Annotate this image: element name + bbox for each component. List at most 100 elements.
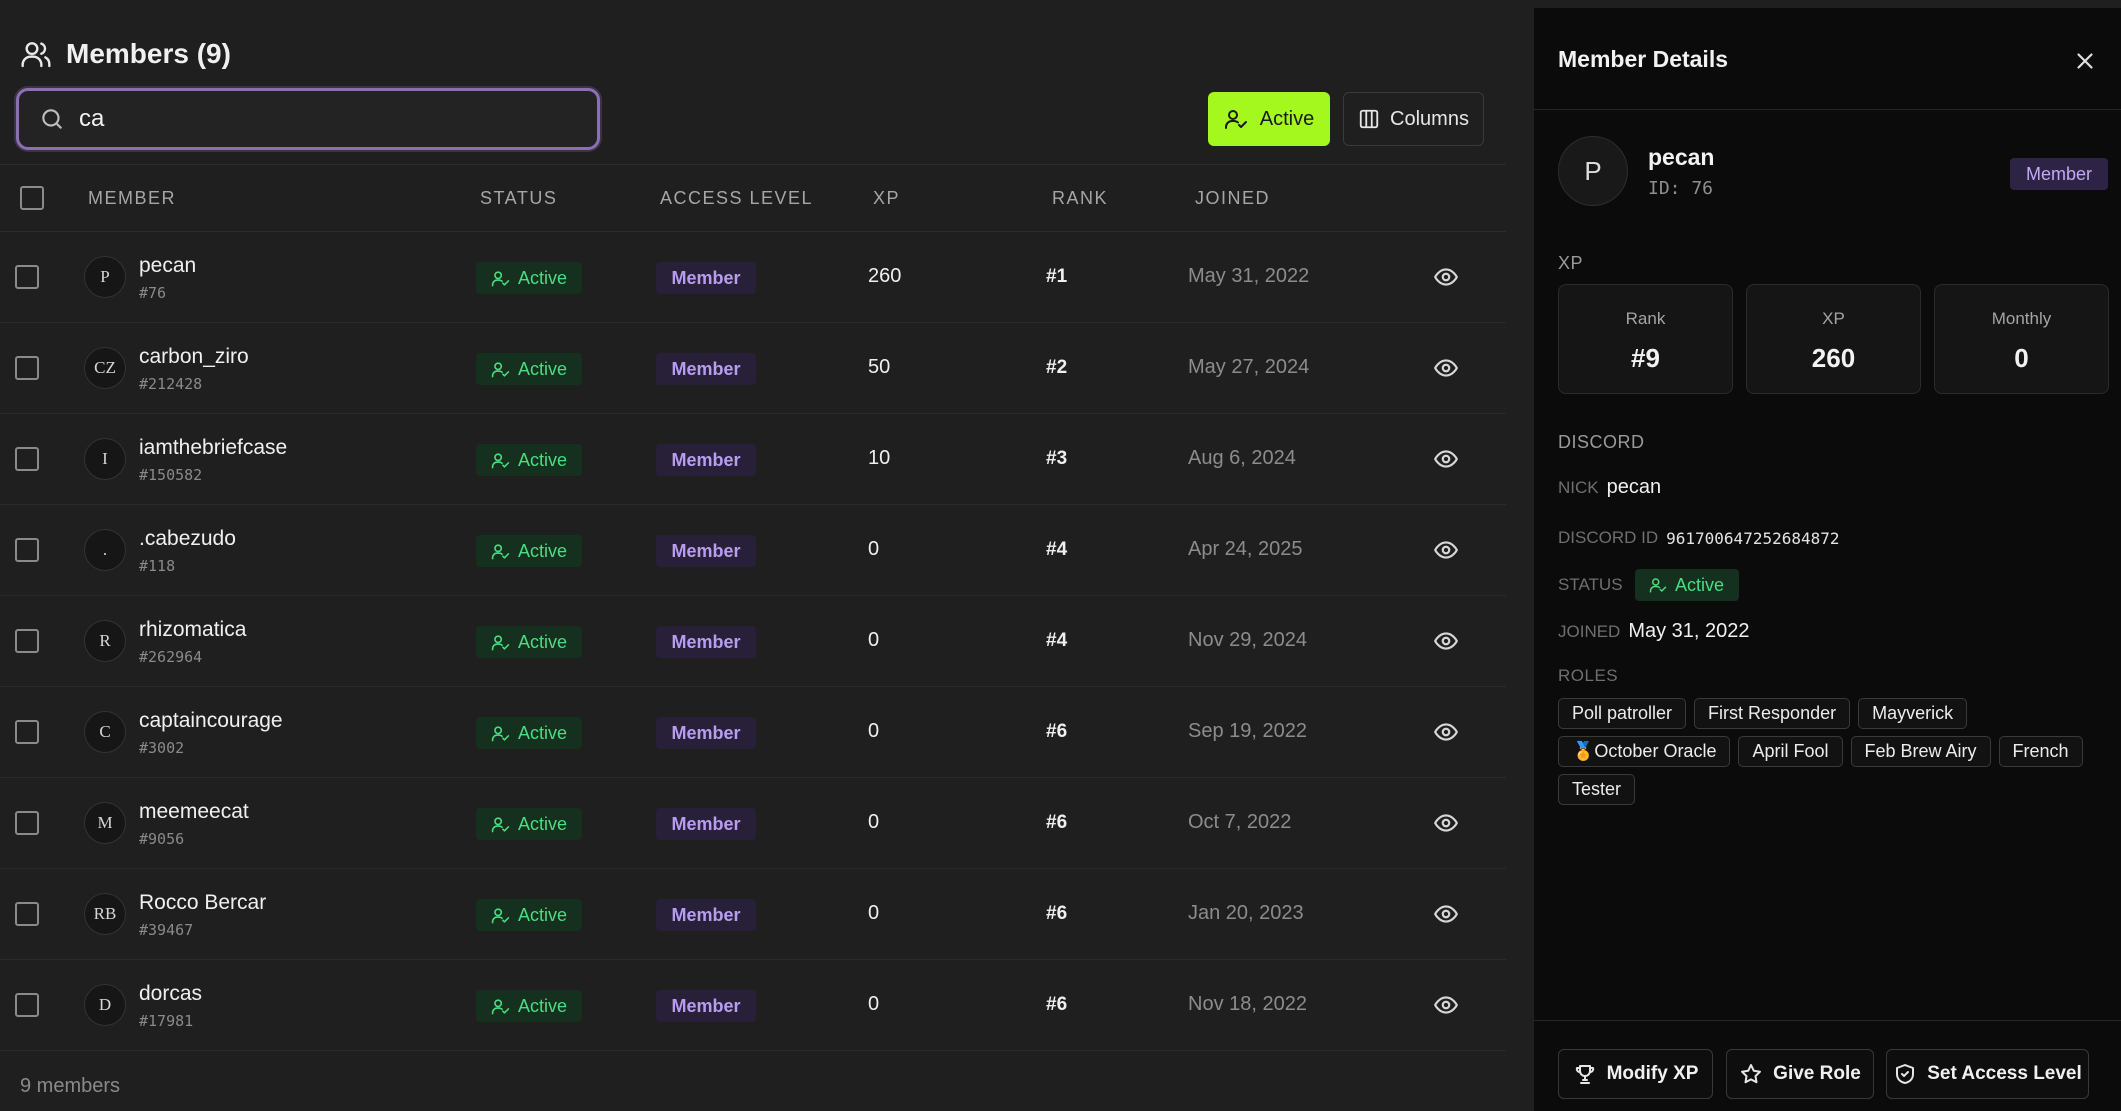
members-table: MEMBER STATUS ACCESS LEVEL XP RANK JOINE… <box>0 164 1506 1051</box>
rank-value: #3 <box>1046 448 1068 469</box>
joined-value: May 31, 2022 <box>1628 620 1750 642</box>
page-title: Members (9) <box>66 38 231 69</box>
member-id: #9056 <box>139 830 185 848</box>
rank-value: #1 <box>1046 266 1068 287</box>
member-id: #17981 <box>139 1012 194 1030</box>
member-id: #76 <box>139 284 167 302</box>
avatar: . <box>84 529 126 571</box>
details-header: Member Details <box>1534 8 2121 110</box>
give-role-button[interactable]: Give Role <box>1726 1049 1874 1099</box>
eye-icon[interactable] <box>1433 901 1459 927</box>
column-header-status[interactable]: STATUS <box>480 188 557 209</box>
modify-xp-button[interactable]: Modify XP <box>1558 1049 1713 1099</box>
shield-check-icon <box>1893 1062 1917 1086</box>
table-row[interactable]: RB Rocco Bercar #39467 Active Member 0 #6 Jan 2… <box>0 869 1506 960</box>
column-header-member[interactable]: MEMBER <box>88 188 176 209</box>
joined-date: Nov 29, 2024 <box>1188 629 1307 651</box>
table-row[interactable]: Ppecan #76 Active Member 260 #1 May 31, 2022 <box>0 232 1506 323</box>
access-level-badge: Member <box>656 899 756 931</box>
discord-section-label: DISCORD <box>1558 432 1645 452</box>
status-badge: Active <box>476 535 582 567</box>
table-header: MEMBER STATUS ACCESS LEVEL XP RANK JOINE… <box>0 164 1506 232</box>
columns-icon <box>1358 108 1380 130</box>
eye-icon[interactable] <box>1433 719 1459 745</box>
eye-icon[interactable] <box>1433 537 1459 563</box>
table-row[interactable]: Iiamthebriefcase #150582 Active Member 10 #3 A… <box>0 414 1506 505</box>
avatar: RB <box>84 893 126 935</box>
stat-value: 0 <box>2014 343 2029 373</box>
discord-id-value: 961700647252684872 <box>1666 528 1840 548</box>
access-level-badge: Member <box>656 444 756 476</box>
user-check-icon <box>491 724 510 743</box>
eye-icon[interactable] <box>1433 355 1459 381</box>
column-header-joined[interactable]: JOINED <box>1195 188 1270 209</box>
user-check-icon <box>491 451 510 470</box>
set-access-level-label: Set Access Level <box>1927 1063 2082 1084</box>
column-header-xp[interactable]: XP <box>873 188 900 209</box>
row-checkbox[interactable] <box>15 811 39 835</box>
status-label: STATUS <box>1558 575 1623 594</box>
row-checkbox[interactable] <box>15 356 39 380</box>
stat-value: #9 <box>1631 343 1660 373</box>
member-name: Rocco Bercar <box>139 891 267 914</box>
table-row[interactable]: Ccaptaincourage #3002 Active Member 0 #6 Sep 1… <box>0 687 1506 778</box>
member-name: .cabezudo <box>139 527 236 550</box>
access-level-badge: Member <box>656 535 756 567</box>
row-checkbox[interactable] <box>15 902 39 926</box>
column-header-rank[interactable]: RANK <box>1052 188 1108 209</box>
row-checkbox[interactable] <box>15 629 39 653</box>
member-id: #118 <box>139 557 176 575</box>
member-name: rhizomatica <box>139 618 247 641</box>
user-check-icon <box>491 633 510 652</box>
xp-value: 0 <box>868 811 880 833</box>
role-chip: Poll patroller <box>1558 698 1687 729</box>
row-checkbox[interactable] <box>15 993 39 1017</box>
user-check-icon <box>491 815 510 834</box>
member-name: dorcas <box>139 982 203 1005</box>
user-check-icon <box>491 360 510 379</box>
table-row[interactable]: . .cabezudo #118 Active Member 0 #4 Apr 24, 202… <box>0 505 1506 596</box>
status-text: Active <box>517 540 568 561</box>
modify-xp-label: Modify XP <box>1606 1063 1699 1084</box>
column-header-access-level[interactable]: ACCESS LEVEL <box>660 188 813 209</box>
status-text: Active <box>517 904 568 925</box>
member-id: #39467 <box>139 921 194 939</box>
search-input[interactable] <box>79 105 559 133</box>
eye-icon[interactable] <box>1433 810 1459 836</box>
table-row[interactable]: Mmeemeecat #9056 Active Member 0 #6 Oct 7, 202… <box>0 778 1506 869</box>
status-badge: Active <box>476 717 582 749</box>
columns-button[interactable]: Columns <box>1343 92 1484 146</box>
status-badge: Active <box>476 444 582 476</box>
details-title: Member Details <box>1558 46 1729 72</box>
eye-icon[interactable] <box>1433 264 1459 290</box>
close-icon[interactable] <box>2072 48 2098 74</box>
joined-field: JOINED May 31, 2022 <box>1558 620 1750 643</box>
select-all-checkbox[interactable] <box>20 186 44 210</box>
avatar: R <box>84 620 126 662</box>
eye-icon[interactable] <box>1433 992 1459 1018</box>
xp-value: 50 <box>868 356 891 378</box>
row-checkbox[interactable] <box>15 720 39 744</box>
member-id: #3002 <box>139 739 185 757</box>
row-checkbox[interactable] <box>15 265 39 289</box>
joined-date: Aug 6, 2024 <box>1188 447 1296 469</box>
row-checkbox[interactable] <box>15 447 39 471</box>
search-box[interactable] <box>16 88 600 150</box>
table-row[interactable]: Rrhizomatica #262964 Active Member 0 #4 Nov 29… <box>0 596 1506 687</box>
rank-value: #2 <box>1046 357 1068 378</box>
eye-icon[interactable] <box>1433 446 1459 472</box>
avatar: I <box>84 438 126 480</box>
member-name: carbon_ziro <box>139 345 249 368</box>
xp-value: 0 <box>868 629 880 651</box>
avatar: P <box>1558 136 1628 206</box>
active-filter-button[interactable]: Active <box>1208 92 1330 146</box>
table-body: Ppecan #76 Active Member 260 #1 May 31, 2022 CZ… <box>0 232 1506 1051</box>
rank-value: #6 <box>1046 994 1068 1015</box>
table-row[interactable]: Ddorcas #17981 Active Member 0 #6 Nov 18, 2022 <box>0 960 1506 1051</box>
table-row[interactable]: CZ carbon_ziro #212428 Active Member 50 #2 May … <box>0 323 1506 414</box>
eye-icon[interactable] <box>1433 628 1459 654</box>
user-check-icon <box>491 997 510 1016</box>
row-checkbox[interactable] <box>15 538 39 562</box>
access-level-badge: Member <box>656 717 756 749</box>
set-access-level-button[interactable]: Set Access Level <box>1886 1049 2089 1099</box>
